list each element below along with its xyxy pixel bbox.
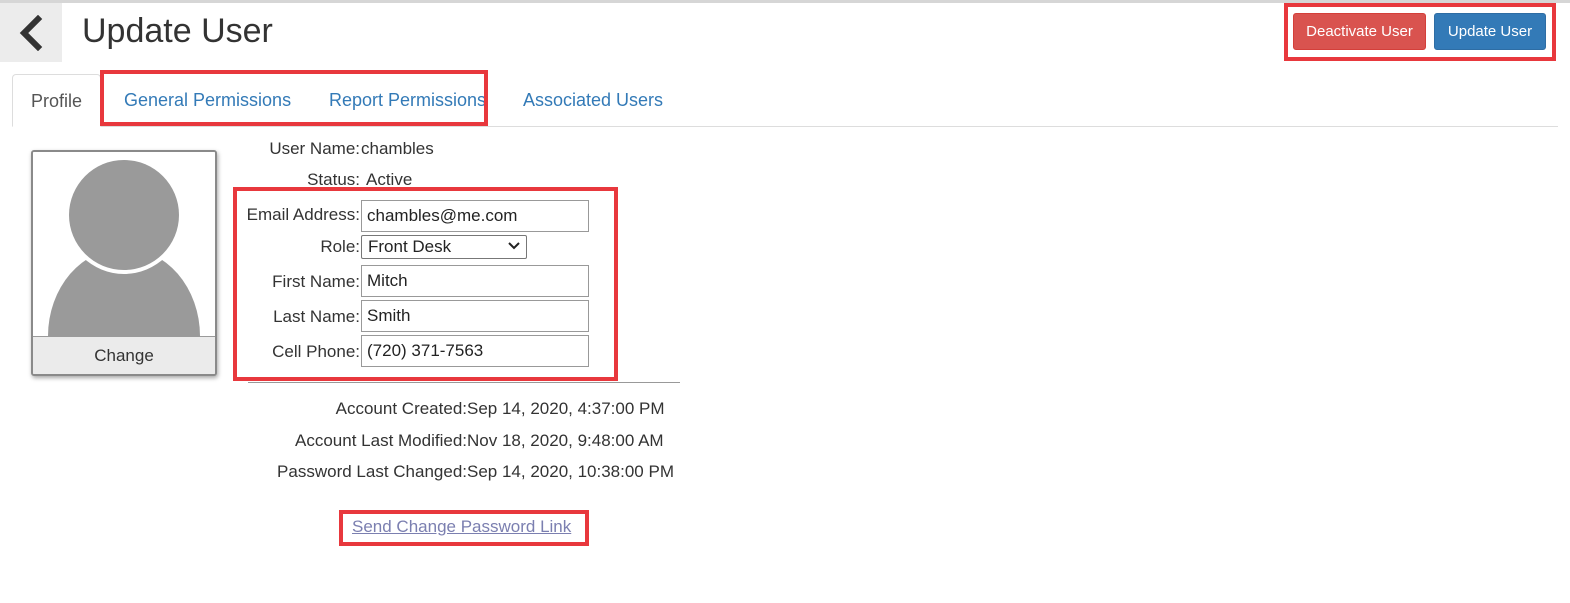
cell-phone-label: Cell Phone: [272,342,360,361]
update-user-button[interactable]: Update User [1434,13,1546,50]
user-silhouette-icon [48,156,200,374]
tab-associated-users[interactable]: Associated Users [523,74,663,126]
account-created-label: Account Created: [335,399,467,418]
avatar [33,152,215,374]
tab-profile[interactable]: Profile [12,74,101,127]
email-field[interactable] [361,200,589,232]
cell-phone-field[interactable] [361,335,589,367]
account-modified-label: Account Last Modified: [295,431,467,450]
change-avatar-button[interactable]: Change [33,336,215,374]
tab-general-permissions[interactable]: General Permissions [124,74,291,126]
back-button[interactable] [0,3,62,62]
password-changed-label: Password Last Changed: [277,462,467,481]
top-border [0,0,1570,3]
account-modified-value: Nov 18, 2020, 9:48:00 AM [467,431,664,450]
username-label: User Name: [269,139,360,158]
last-name-label: Last Name: [273,307,360,326]
chevron-left-icon [19,14,43,51]
first-name-field[interactable] [361,265,589,297]
role-select[interactable]: Front Desk [361,235,527,259]
page-title: Update User [82,12,273,50]
username-value: chambles [361,139,434,158]
status-label: Status: [307,170,360,189]
email-label: Email Address: [246,205,360,224]
send-change-password-link[interactable]: Send Change Password Link [352,516,571,538]
first-name-label: First Name: [272,272,360,291]
role-label: Role: [320,237,360,256]
last-name-field[interactable] [361,300,589,332]
password-changed-value: Sep 14, 2020, 10:38:00 PM [467,462,674,481]
status-value: Active [366,170,413,189]
chevron-down-icon [508,242,520,250]
section-divider [248,382,680,383]
tabs-divider [12,126,1558,127]
deactivate-user-button[interactable]: Deactivate User [1293,13,1426,50]
account-created-value: Sep 14, 2020, 4:37:00 PM [467,399,665,418]
role-selected-value: Front Desk [368,237,452,256]
avatar-card: Change [31,150,217,376]
tab-report-permissions[interactable]: Report Permissions [329,74,486,126]
